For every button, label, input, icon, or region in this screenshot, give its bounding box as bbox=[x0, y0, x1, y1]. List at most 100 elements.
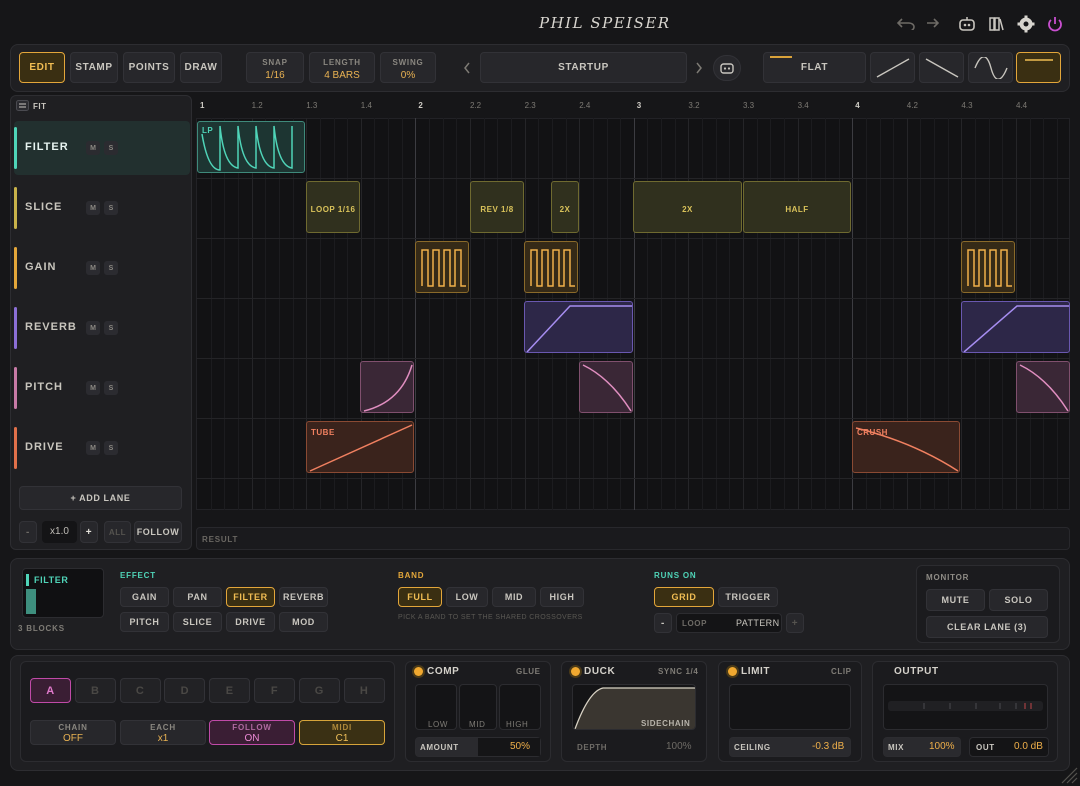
follow-toggle[interactable]: FOLLOW ON bbox=[209, 720, 295, 745]
effect-slice-button[interactable]: SLICE bbox=[173, 612, 222, 632]
lane-slice[interactable]: SLICE M S bbox=[14, 181, 190, 235]
clear-lane-button[interactable]: CLEAR LANE (3) bbox=[926, 616, 1048, 638]
snap-selector[interactable]: SNAP 1/16 bbox=[246, 52, 304, 83]
zoom-minus-button[interactable]: - bbox=[19, 521, 37, 543]
curve-square-button[interactable] bbox=[1016, 52, 1061, 83]
effect-pitch-button[interactable]: PITCH bbox=[120, 612, 169, 632]
pattern-slot-b[interactable]: B bbox=[74, 678, 116, 703]
mode-edit-button[interactable]: EDIT bbox=[19, 52, 65, 83]
runs-trigger-button[interactable]: TRIGGER bbox=[718, 587, 778, 607]
limit-mode[interactable]: CLIP bbox=[831, 667, 852, 676]
effect-mod-button[interactable]: MOD bbox=[279, 612, 328, 632]
preset-selector[interactable]: STARTUP bbox=[480, 52, 687, 83]
pitch-block[interactable] bbox=[360, 361, 414, 413]
solo-button[interactable]: S bbox=[104, 381, 118, 395]
reverb-block[interactable] bbox=[524, 301, 633, 353]
drive-block[interactable]: CRUSH bbox=[852, 421, 960, 473]
reverb-block[interactable] bbox=[961, 301, 1070, 353]
zoom-plus-button[interactable]: + bbox=[80, 521, 98, 543]
preset-prev-icon[interactable] bbox=[462, 61, 472, 75]
curve-ramp-down-button[interactable] bbox=[919, 52, 964, 83]
solo-button[interactable]: S bbox=[104, 321, 118, 335]
effect-filter-button[interactable]: FILTER bbox=[226, 587, 275, 607]
pattern-slot-e[interactable]: E bbox=[209, 678, 251, 703]
fit-icon[interactable] bbox=[16, 100, 29, 111]
pattern-slot-a[interactable]: A bbox=[30, 678, 71, 703]
pitch-block[interactable] bbox=[579, 361, 633, 413]
library-icon[interactable] bbox=[988, 16, 1004, 32]
runs-grid-button[interactable]: GRID bbox=[654, 587, 714, 607]
solo-button[interactable]: S bbox=[104, 141, 118, 155]
slice-block[interactable]: REV 1/8 bbox=[470, 181, 524, 233]
band-high-button[interactable]: HIGH bbox=[540, 587, 584, 607]
gain-block[interactable] bbox=[415, 241, 469, 293]
slice-block[interactable]: LOOP 1/16 bbox=[306, 181, 360, 233]
each-selector[interactable]: EACH x1 bbox=[120, 720, 206, 745]
midi-selector[interactable]: MIDI C1 bbox=[299, 720, 385, 745]
curve-ramp-up-button[interactable] bbox=[870, 52, 915, 83]
solo-button[interactable]: S bbox=[104, 261, 118, 275]
limit-power-led[interactable] bbox=[728, 667, 737, 676]
band-full-button[interactable]: FULL bbox=[398, 587, 442, 607]
pattern-slot-d[interactable]: D bbox=[164, 678, 206, 703]
effect-gain-button[interactable]: GAIN bbox=[120, 587, 169, 607]
band-mid-button[interactable]: MID bbox=[492, 587, 536, 607]
drive-block[interactable]: TUBE bbox=[306, 421, 414, 473]
lane-reverb[interactable]: REVERB M S bbox=[14, 301, 190, 355]
band-low-button[interactable]: LOW bbox=[446, 587, 488, 607]
pattern-slot-h[interactable]: H bbox=[343, 678, 385, 703]
redo-icon[interactable] bbox=[920, 16, 940, 30]
mute-button[interactable]: M bbox=[86, 141, 100, 155]
filter-block[interactable]: LP bbox=[197, 121, 305, 173]
curve-sine-button[interactable] bbox=[968, 52, 1013, 83]
loop-minus-button[interactable]: - bbox=[654, 613, 672, 633]
all-button[interactable]: ALL bbox=[104, 521, 131, 543]
effect-drive-button[interactable]: DRIVE bbox=[226, 612, 275, 632]
solo-button[interactable]: S bbox=[104, 201, 118, 215]
loop-plus-button[interactable]: + bbox=[786, 613, 804, 633]
pitch-block[interactable] bbox=[1016, 361, 1070, 413]
gear-icon[interactable] bbox=[1017, 15, 1035, 33]
pattern-slot-f[interactable]: F bbox=[254, 678, 295, 703]
swing-selector[interactable]: SWING 0% bbox=[380, 52, 436, 83]
gain-block[interactable] bbox=[524, 241, 578, 293]
robot-icon[interactable] bbox=[958, 16, 976, 32]
slice-block[interactable]: 2X bbox=[551, 181, 579, 233]
solo-button[interactable]: S bbox=[104, 441, 118, 455]
add-lane-button[interactable]: + ADD LANE bbox=[19, 486, 182, 510]
undo-icon[interactable] bbox=[896, 16, 916, 30]
monitor-solo-button[interactable]: SOLO bbox=[989, 589, 1048, 611]
comp-power-led[interactable] bbox=[414, 667, 423, 676]
pattern-slot-c[interactable]: C bbox=[119, 678, 161, 703]
lane-pitch[interactable]: PITCH M S bbox=[14, 361, 190, 415]
duck-depth-value[interactable]: 100% bbox=[666, 741, 692, 752]
mode-draw-button[interactable]: DRAW bbox=[180, 52, 222, 83]
randomize-button[interactable] bbox=[713, 55, 741, 81]
power-icon[interactable] bbox=[1046, 15, 1064, 33]
lane-filter[interactable]: FILTER M S bbox=[14, 121, 190, 175]
slice-block[interactable]: HALF bbox=[743, 181, 851, 233]
duck-power-led[interactable] bbox=[571, 667, 580, 676]
mute-button[interactable]: M bbox=[86, 201, 100, 215]
lane-drive[interactable]: DRIVE M S bbox=[14, 421, 190, 475]
resize-grip-icon[interactable] bbox=[1058, 764, 1078, 784]
slice-block[interactable]: 2X bbox=[633, 181, 742, 233]
mode-stamp-button[interactable]: STAMP bbox=[70, 52, 118, 83]
comp-mode[interactable]: GLUE bbox=[516, 667, 541, 676]
duck-sync[interactable]: SYNC 1/4 bbox=[658, 667, 698, 676]
monitor-mute-button[interactable]: MUTE bbox=[926, 589, 985, 611]
chain-selector[interactable]: CHAIN OFF bbox=[30, 720, 116, 745]
gain-block[interactable] bbox=[961, 241, 1015, 293]
mute-button[interactable]: M bbox=[86, 441, 100, 455]
follow-button[interactable]: FOLLOW bbox=[134, 521, 182, 543]
effect-reverb-button[interactable]: REVERB bbox=[279, 587, 328, 607]
lane-gain[interactable]: GAIN M S bbox=[14, 241, 190, 295]
mute-button[interactable]: M bbox=[86, 321, 100, 335]
mute-button[interactable]: M bbox=[86, 381, 100, 395]
mode-points-button[interactable]: POINTS bbox=[123, 52, 175, 83]
mute-button[interactable]: M bbox=[86, 261, 100, 275]
length-selector[interactable]: LENGTH 4 BARS bbox=[309, 52, 375, 83]
fit-label[interactable]: FIT bbox=[33, 102, 47, 111]
effect-pan-button[interactable]: PAN bbox=[173, 587, 222, 607]
preset-next-icon[interactable] bbox=[694, 61, 704, 75]
